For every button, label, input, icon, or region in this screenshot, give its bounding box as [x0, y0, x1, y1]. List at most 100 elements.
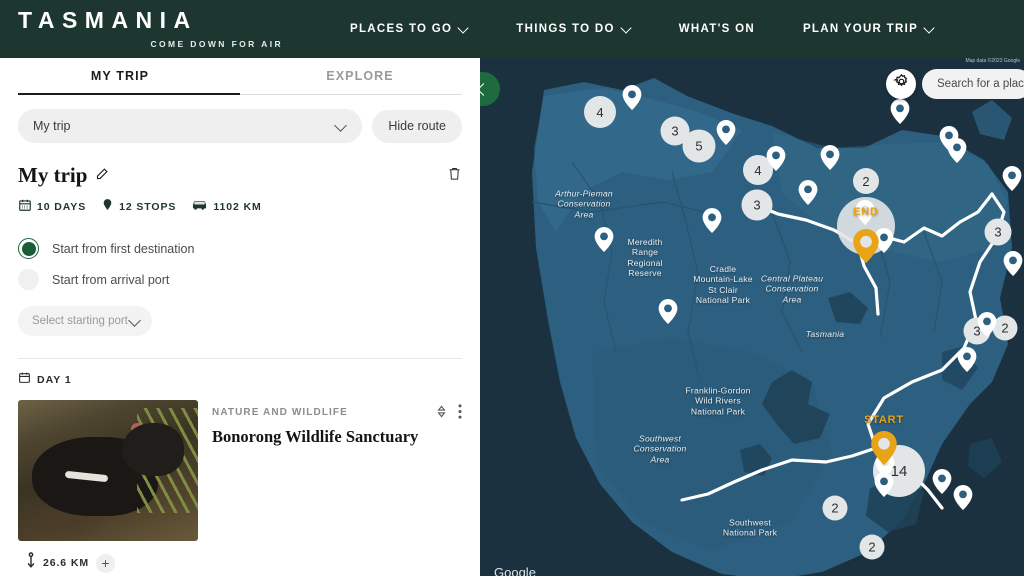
end-marker-label: END — [853, 206, 879, 218]
chevron-down-icon — [622, 24, 631, 33]
trip-stops-text: 12 STOPS — [119, 201, 177, 213]
chevron-down-icon — [459, 24, 468, 33]
map-pin[interactable] — [1002, 166, 1022, 196]
trip-days-text: 10 DAYS — [37, 201, 87, 213]
chevron-down-icon — [925, 24, 934, 33]
starting-port-select[interactable]: Select starting port — [18, 306, 152, 336]
trip-controls: My trip Hide route — [0, 95, 480, 143]
map-cluster[interactable]: 2 — [853, 168, 879, 194]
calendar-icon — [18, 371, 31, 389]
map-cluster[interactable]: 3 — [741, 189, 773, 221]
trip-header: My trip — [0, 143, 480, 187]
trip-meta-days: 10 DAYS — [18, 198, 86, 217]
map-cluster[interactable]: 5 — [682, 129, 716, 163]
tourism-trip-planner-app: TASMANIA COME DOWN FOR AIR PLACES TO GO … — [0, 0, 1024, 576]
map-pin[interactable] — [716, 120, 736, 150]
start-marker-pin[interactable] — [871, 431, 897, 470]
end-marker-pin[interactable] — [853, 229, 879, 268]
trip-map[interactable]: Arthur-Pieman Conservation Area Meredith… — [480, 58, 1024, 576]
nav-item-label: PLAN YOUR TRIP — [802, 23, 919, 35]
radio-button-selected — [18, 238, 39, 259]
nav-item-label: WHAT'S ON — [678, 23, 755, 35]
add-stop-button[interactable]: + — [95, 553, 115, 573]
nav-item-whats-on[interactable]: WHAT'S ON — [655, 17, 779, 41]
leg-distance-row: 26.6 KM + — [0, 541, 480, 574]
item-category: NATURE AND WILDLIFE — [212, 407, 348, 418]
more-options-icon[interactable] — [458, 404, 462, 424]
brand-name: TASMANIA — [18, 7, 198, 33]
radio-label: Start from arrival port — [52, 272, 170, 287]
hide-route-button[interactable]: Hide route — [372, 109, 462, 143]
item-title: Bonorong Wildlife Sanctuary — [212, 427, 419, 446]
cluster-count: 4 — [596, 104, 604, 120]
car-icon — [191, 198, 208, 216]
cluster-count: 2 — [868, 539, 876, 555]
chevron-left-icon — [480, 85, 486, 94]
trip-meta: 10 DAYS 12 STOPS 1102 KM — [0, 187, 480, 217]
pencil-icon[interactable] — [95, 166, 110, 186]
map-cluster[interactable]: 4 — [584, 96, 616, 128]
cluster-count: 3 — [994, 224, 1002, 240]
devil-eye — [160, 440, 168, 446]
map-settings-button[interactable] — [886, 69, 916, 99]
nav-item-things-to-do[interactable]: THINGS TO DO — [492, 17, 654, 41]
chevron-down-icon — [129, 315, 141, 327]
item-body: NATURE AND WILDLIFE Bonorong Wildlife Sa… — [212, 400, 462, 541]
cluster-count: 3 — [753, 197, 761, 213]
list-item[interactable]: NATURE AND WILDLIFE Bonorong Wildlife Sa… — [0, 389, 480, 541]
day-heading: DAY 1 — [0, 359, 480, 389]
map-pin[interactable] — [953, 485, 973, 515]
trip-select-dropdown[interactable]: My trip — [18, 109, 363, 143]
nav-links: PLACES TO GO THINGS TO DO WHAT'S ON PLAN… — [326, 17, 958, 41]
cluster-count: 2 — [1001, 320, 1009, 336]
nav-item-label: PLACES TO GO — [350, 23, 453, 35]
map-search-input[interactable]: Search for a place — [922, 69, 1024, 99]
map-pin[interactable] — [658, 299, 678, 329]
route-arrow-icon — [26, 552, 36, 574]
nav-item-plan-your-trip[interactable]: PLAN YOUR TRIP — [779, 17, 958, 41]
brand-logo[interactable]: TASMANIA COME DOWN FOR AIR — [18, 7, 288, 50]
map-attribution: Map data ©2023 Google — [965, 58, 1020, 64]
nav-item-places-to-go[interactable]: PLACES TO GO — [326, 17, 492, 41]
map-cluster[interactable]: 2 — [822, 495, 848, 521]
trip-select-value: My trip — [33, 119, 71, 133]
item-actions — [436, 404, 462, 424]
leg-distance-text: 26.6 KM — [43, 557, 89, 569]
map-pin[interactable] — [890, 99, 910, 129]
map-pin[interactable] — [594, 227, 614, 257]
map-pin[interactable] — [766, 146, 786, 176]
map-pin-icon — [101, 197, 114, 217]
devil-stripe — [64, 471, 109, 483]
radio-start-from-arrival-port[interactable]: Start from arrival port — [18, 264, 462, 295]
map-pin[interactable] — [622, 85, 642, 115]
map-pin[interactable] — [702, 208, 722, 238]
trip-meta-distance: 1102 KM — [191, 198, 261, 216]
map-pin[interactable] — [874, 472, 894, 502]
trash-icon[interactable] — [447, 165, 462, 187]
map-pin[interactable] — [1003, 251, 1023, 281]
day-label: DAY 1 — [37, 374, 72, 386]
map-pin[interactable] — [957, 347, 977, 377]
map-pin[interactable] — [977, 312, 997, 342]
radio-start-from-first-destination[interactable]: Start from first destination — [18, 233, 462, 264]
map-pin[interactable] — [932, 469, 952, 499]
cluster-count: 5 — [695, 138, 703, 154]
cluster-count: 4 — [754, 162, 762, 178]
map-cluster[interactable]: 2 — [859, 534, 885, 560]
devil-photo — [18, 400, 198, 541]
map-cluster[interactable]: 3 — [984, 218, 1012, 246]
trip-meta-stops: 12 STOPS — [101, 197, 176, 217]
radio-label: Start from first destination — [52, 241, 195, 256]
gear-icon — [892, 73, 910, 95]
map-pin[interactable] — [798, 180, 818, 210]
map-pin[interactable] — [947, 138, 967, 168]
devil-ear — [131, 422, 145, 434]
reorder-icon[interactable] — [436, 405, 447, 423]
map-pin[interactable] — [820, 145, 840, 175]
nav-item-label: THINGS TO DO — [516, 23, 615, 35]
tab-underline — [18, 93, 462, 95]
tab-my-trip[interactable]: MY TRIP — [0, 58, 240, 94]
chevron-down-icon — [335, 120, 347, 132]
radio-button-unselected — [18, 269, 39, 290]
tab-explore[interactable]: EXPLORE — [240, 58, 480, 94]
